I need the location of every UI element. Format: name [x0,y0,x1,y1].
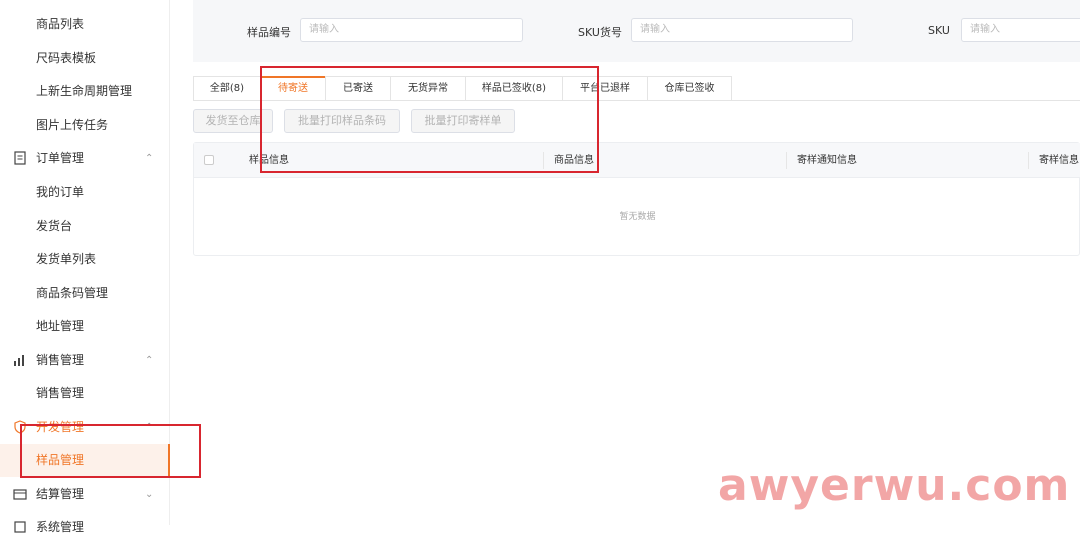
shield-icon [14,420,26,434]
column-divider [1028,152,1029,169]
wallet-icon [13,489,27,500]
sample-no-label: 样品编号 [247,26,291,39]
sidebar-group-label: 订单管理 [36,151,85,165]
tab-platform-returned[interactable]: 平台已退样 [562,76,648,101]
column-divider [543,152,544,169]
watermark: awyerwu.com [718,460,1071,511]
column-divider [786,152,787,169]
sku-code-placeholder: 请输入 [640,24,670,35]
sidebar-item-barcode-management[interactable]: 商品条码管理 [0,277,170,310]
sidebar-item-shipment-list[interactable]: 发货单列表 [0,243,170,276]
sidebar-item-product-list[interactable]: 商品列表 [0,8,170,41]
sidebar-item-sales-management[interactable]: 销售管理 [0,377,170,410]
tab-label: 样品已签收(8) [481,83,547,94]
sidebar-item-label: 地址管理 [36,319,85,333]
sample-table: 样品信息 商品信息 寄样通知信息 寄样信息 暂无数据 [193,142,1080,256]
sidebar-group-sales[interactable]: 销售管理 ⌃ [0,344,170,377]
tab-label: 无货异常 [408,83,448,94]
sidebar-item-label: 样品管理 [36,453,85,467]
button-label: 批量打印样品条码 [298,114,386,127]
select-all-checkbox[interactable] [204,155,214,165]
sidebar-group-label: 销售管理 [36,353,85,367]
tab-label: 已寄送 [343,83,373,94]
sidebar-group-development[interactable]: 开发管理 ⌃ [0,411,170,444]
sample-no-placeholder: 请输入 [309,24,339,35]
sidebar-group-label: 结算管理 [36,487,85,501]
sidebar-item-image-upload[interactable]: 图片上传任务 [0,109,170,142]
chevron-up-icon: ⌃ [145,422,154,433]
sidebar-item-label: 上新生命周期管理 [36,84,133,98]
document-icon [14,151,26,165]
sidebar-group-orders[interactable]: 订单管理 ⌃ [0,142,170,175]
button-label: 批量打印寄样单 [424,114,502,127]
settings-icon [14,521,26,533]
sidebar-item-shipping-desk[interactable]: 发货台 [0,210,170,243]
column-header: 样品信息 [249,155,289,166]
bar-chart-icon [14,355,24,366]
sidebar-item-label: 发货台 [36,219,73,233]
tab-pending-send[interactable]: 待寄送 [260,76,326,101]
tab-warehouse-received[interactable]: 仓库已签收 [647,76,732,101]
tab-label: 待寄送 [278,83,308,94]
sidebar-item-sample-management[interactable]: 样品管理 [0,444,170,477]
sku-input[interactable]: 请输入 [961,18,1080,42]
tab-label: 全部(8) [209,83,245,94]
sidebar-item-my-orders[interactable]: 我的订单 [0,176,170,209]
sidebar: 商品列表 尺码表模板 上新生命周期管理 图片上传任务 订单管理 ⌃ 我的订单 发… [0,0,170,534]
sku-placeholder: 请输入 [970,24,1000,35]
sidebar-group-system[interactable]: 系统管理 [0,511,170,544]
batch-print-barcode-button[interactable]: 批量打印样品条码 [284,109,400,133]
sidebar-group-settlement[interactable]: 结算管理 ⌄ [0,478,170,511]
column-header: 寄样通知信息 [797,155,857,166]
sample-no-input[interactable]: 请输入 [300,18,523,42]
filter-panel: 样品编号 请输入 SKU货号 请输入 SKU 请输入 [193,0,1080,62]
tab-label: 平台已退样 [580,83,630,94]
sku-code-input[interactable]: 请输入 [631,18,853,42]
tab-all[interactable]: 全部(8) [193,76,261,101]
tab-sample-received[interactable]: 样品已签收(8) [465,76,563,101]
ship-to-warehouse-button[interactable]: 发货至仓库 [193,109,273,133]
sidebar-item-size-template[interactable]: 尺码表模板 [0,42,170,75]
table-header: 样品信息 商品信息 寄样通知信息 寄样信息 [194,143,1080,178]
column-header: 商品信息 [554,155,594,166]
sidebar-item-label: 我的订单 [36,185,85,199]
sku-code-label: SKU货号 [578,26,622,39]
chevron-up-icon: ⌃ [145,153,154,164]
tab-label: 仓库已签收 [664,83,715,94]
tab-out-of-stock[interactable]: 无货异常 [390,76,466,101]
sidebar-item-label: 商品条码管理 [36,286,109,300]
sidebar-group-label: 开发管理 [36,420,85,434]
sidebar-item-label: 图片上传任务 [36,118,109,132]
batch-print-sample-sheet-button[interactable]: 批量打印寄样单 [411,109,515,133]
column-header: 寄样信息 [1039,155,1079,166]
main-content: 样品编号 请输入 SKU货号 请输入 SKU 请输入 全部(8) 待寄送 已寄送… [193,0,1080,525]
chevron-up-icon: ⌃ [145,355,154,366]
button-label: 发货至仓库 [205,114,261,127]
sidebar-item-label: 发货单列表 [36,252,97,266]
sidebar-item-address-management[interactable]: 地址管理 [0,310,170,343]
tab-sent[interactable]: 已寄送 [325,76,391,101]
sidebar-group-label: 系统管理 [36,520,85,534]
sidebar-item-label: 销售管理 [36,386,85,400]
sku-label: SKU [928,24,950,37]
sidebar-item-label: 商品列表 [36,17,85,31]
sidebar-item-label: 尺码表模板 [36,51,97,65]
sidebar-item-lifecycle[interactable]: 上新生命周期管理 [0,75,170,108]
chevron-down-icon: ⌄ [145,489,154,500]
tab-divider [193,100,1080,101]
empty-state: 暂无数据 [619,212,656,222]
